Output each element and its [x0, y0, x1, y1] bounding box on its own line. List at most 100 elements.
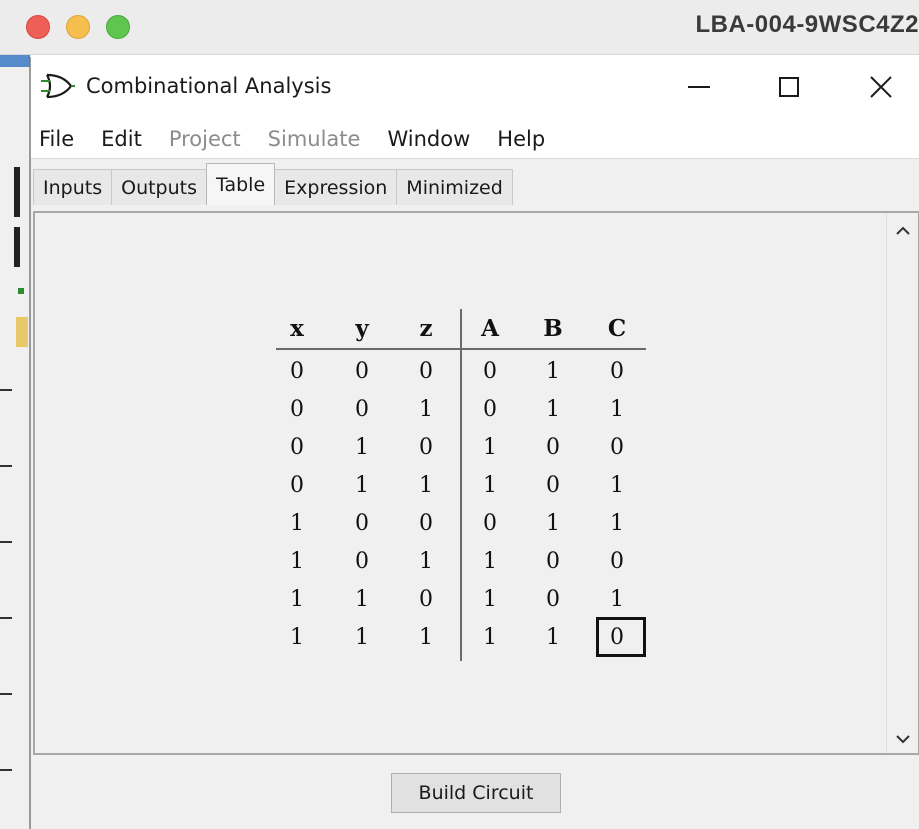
output-cell[interactable]: 1 — [470, 549, 510, 574]
background-mark — [14, 167, 20, 217]
input-cell: 1 — [419, 473, 433, 498]
background-mark — [14, 227, 20, 267]
input-cell: 1 — [355, 587, 369, 612]
input-cell: 1 — [355, 625, 369, 650]
zoom-window-button[interactable] — [106, 15, 130, 39]
or-gate-icon — [41, 73, 75, 99]
output-cell[interactable]: 0 — [470, 359, 510, 384]
menu-project[interactable]: Project — [169, 127, 241, 151]
output-cell[interactable]: 0 — [533, 587, 573, 612]
window-titlebar: Combinational Analysis — [31, 57, 919, 119]
background-accent-bar — [0, 55, 30, 67]
tab-inputs[interactable]: Inputs — [33, 169, 113, 205]
close-button[interactable] — [861, 71, 901, 103]
table-row: 0 0 1 0 1 1 — [276, 391, 648, 429]
background-tick — [0, 617, 12, 619]
window-title: Combinational Analysis — [86, 74, 332, 98]
input-cell: 0 — [355, 549, 369, 574]
input-cell: 0 — [419, 511, 433, 536]
input-cell: 0 — [290, 397, 304, 422]
output-cell[interactable]: 0 — [597, 549, 637, 574]
input-cell: 0 — [419, 359, 433, 384]
tab-bar: Inputs Outputs Table Expression Minimize… — [31, 163, 919, 205]
menu-help[interactable]: Help — [497, 127, 545, 151]
table-row: 0 0 0 0 1 0 — [276, 353, 648, 391]
output-cell[interactable]: 0 — [533, 473, 573, 498]
input-cell: 0 — [290, 473, 304, 498]
input-cell: 0 — [419, 435, 433, 460]
input-cell: 1 — [419, 625, 433, 650]
output-cell[interactable]: 0 — [470, 511, 510, 536]
output-cell[interactable]: 0 — [597, 359, 637, 384]
tab-outputs[interactable]: Outputs — [111, 169, 208, 205]
output-cell[interactable]: 0 — [533, 549, 573, 574]
input-cell: 1 — [290, 511, 304, 536]
input-cell: 1 — [419, 549, 433, 574]
output-cell[interactable]: 1 — [597, 587, 637, 612]
output-cell[interactable]: 1 — [470, 473, 510, 498]
menu-simulate[interactable]: Simulate — [268, 127, 361, 151]
chevron-up-icon[interactable] — [895, 223, 911, 239]
minimize-icon — [688, 86, 710, 88]
input-cell: 0 — [290, 435, 304, 460]
output-cell[interactable]: 1 — [597, 511, 637, 536]
input-cell: 1 — [290, 587, 304, 612]
column-header-B: B — [543, 315, 563, 342]
background-block — [16, 317, 28, 347]
maximize-button[interactable] — [769, 71, 809, 103]
input-cell: 0 — [355, 359, 369, 384]
truth-table-header: x y z A B C — [276, 309, 648, 349]
column-header-A: A — [481, 315, 499, 342]
menu-edit[interactable]: Edit — [101, 127, 142, 151]
output-cell[interactable]: 1 — [470, 435, 510, 460]
menu-window[interactable]: Window — [387, 127, 470, 151]
column-header-y: y — [355, 315, 369, 342]
footer-bar: Build Circuit — [31, 755, 919, 829]
output-cell[interactable]: 1 — [533, 511, 573, 536]
build-circuit-button[interactable]: Build Circuit — [391, 773, 561, 813]
input-cell: 0 — [355, 397, 369, 422]
input-cell: 1 — [355, 435, 369, 460]
minimize-button[interactable] — [679, 71, 719, 103]
close-window-button[interactable] — [26, 15, 50, 39]
output-cell[interactable]: 1 — [470, 587, 510, 612]
tab-minimized[interactable]: Minimized — [396, 169, 513, 205]
output-cell[interactable]: 1 — [533, 397, 573, 422]
mac-window-title: LBA-004-9WSC4Z2 — [695, 11, 919, 38]
background-tick — [0, 389, 12, 391]
input-cell: 0 — [290, 359, 304, 384]
background-tick — [0, 541, 12, 543]
chevron-down-icon[interactable] — [895, 731, 911, 747]
input-cell: 1 — [290, 625, 304, 650]
input-cell: 0 — [355, 511, 369, 536]
tab-table[interactable]: Table — [206, 163, 276, 205]
input-cell: 1 — [290, 549, 304, 574]
column-header-z: z — [419, 315, 433, 342]
table-row: 1 0 1 1 0 0 — [276, 543, 648, 581]
menu-bar: File Edit Project Simulate Window Help — [31, 119, 919, 159]
output-cell[interactable]: 1 — [533, 625, 573, 650]
table-row: 1 1 0 1 0 1 — [276, 581, 648, 619]
output-cell[interactable]: 0 — [533, 435, 573, 460]
table-panel: x y z A B C 0 0 0 0 1 0 0 0 1 0 1 1 0 1 … — [33, 211, 919, 755]
output-cell[interactable]: 1 — [533, 359, 573, 384]
background-app-edge — [0, 55, 30, 829]
column-header-x: x — [290, 315, 304, 342]
background-tick — [0, 769, 12, 771]
output-cell[interactable]: 0 — [470, 397, 510, 422]
tab-expression[interactable]: Expression — [274, 169, 398, 205]
menu-file[interactable]: File — [39, 127, 74, 151]
vertical-scrollbar[interactable] — [886, 213, 918, 753]
output-cell[interactable]: 1 — [597, 397, 637, 422]
output-cell[interactable]: 1 — [470, 625, 510, 650]
minimize-window-button[interactable] — [66, 15, 90, 39]
output-cell[interactable]: 1 — [597, 473, 637, 498]
background-tick — [0, 465, 12, 467]
table-row: 0 1 0 1 0 0 — [276, 429, 648, 467]
input-cell: 1 — [355, 473, 369, 498]
background-tick — [0, 693, 12, 695]
background-dot — [18, 288, 24, 294]
selected-cell-outline — [596, 617, 646, 657]
mac-titlebar: LBA-004-9WSC4Z2 — [0, 0, 919, 55]
output-cell[interactable]: 0 — [597, 435, 637, 460]
